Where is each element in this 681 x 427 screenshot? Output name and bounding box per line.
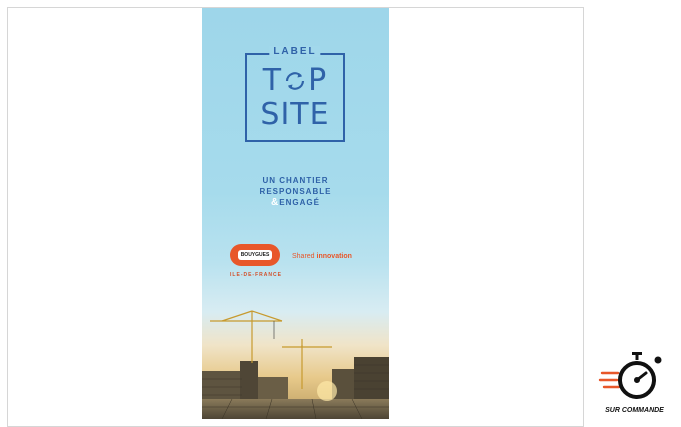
bouygues-logo-text: BOUYGUES	[240, 252, 270, 258]
logo-label-word: LABEL	[269, 46, 321, 57]
tagline-line-2: RESPONSABLE	[259, 187, 332, 196]
sur-commande-label: SUR COMMANDE	[605, 407, 664, 414]
recycle-arrows-icon	[283, 68, 307, 92]
brand-region-text: ILE-DE-FRANCE	[230, 272, 282, 278]
shared-innovation-slogan: Shared innovation	[292, 253, 352, 260]
tagline-line-1: UN CHANTIER	[262, 176, 329, 185]
construction-site-illustration	[202, 310, 389, 419]
stopwatch-icon	[598, 352, 662, 399]
product-banner-image[interactable]: LABEL T P SITE UN CHANTIER RESPONSABLE &…	[202, 8, 389, 419]
logo-site-word: SITE	[260, 97, 330, 132]
top-site-logo: LABEL T P SITE	[245, 46, 345, 142]
logo-top-word: T P	[262, 63, 328, 98]
tagline-line-3: &ENGAGÉ	[202, 198, 389, 208]
innovation-word: innovation	[316, 253, 352, 260]
sur-commande-badge[interactable]: SUR COMMANDE	[588, 348, 681, 419]
bouygues-logo: BOUYGUES	[230, 244, 280, 266]
tagline-engage: ENGAGÉ	[279, 198, 320, 207]
shared-word: Shared	[292, 253, 315, 260]
